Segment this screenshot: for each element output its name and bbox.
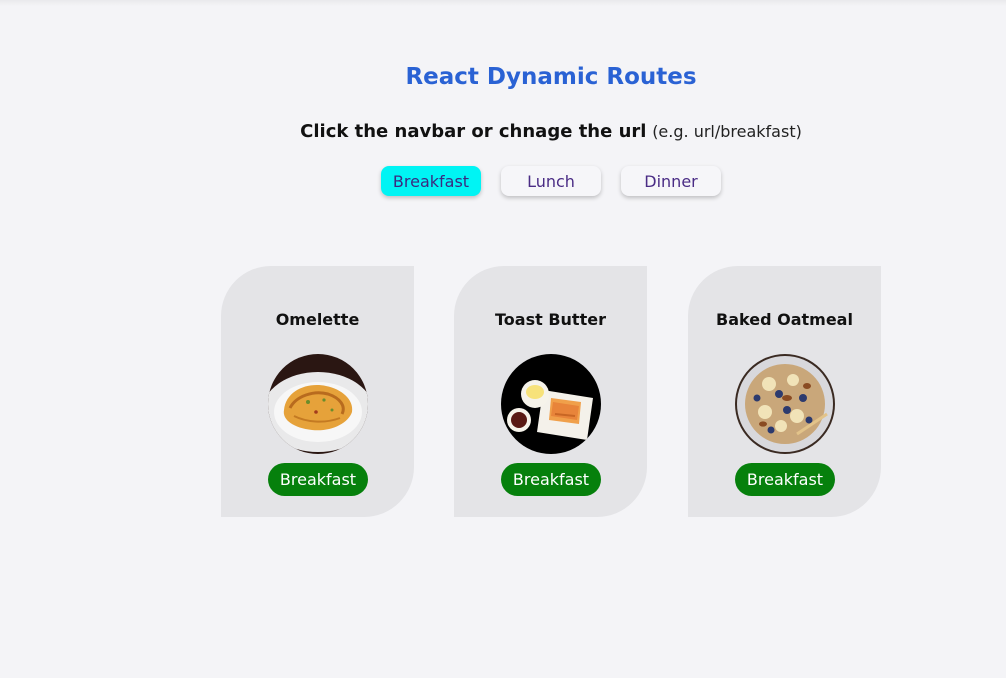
category-tag[interactable]: Breakfast [268,463,368,496]
omelette-image [268,354,368,454]
category-tag[interactable]: Breakfast [501,463,601,496]
nav-breakfast[interactable]: Breakfast [381,166,481,196]
baked-oatmeal-image [735,354,835,454]
instruction-example: (e.g. url/breakfast) [652,122,802,141]
category-tag[interactable]: Breakfast [735,463,835,496]
meal-card: Toast Butter Breakfast [454,266,647,517]
top-shadow [0,0,1006,6]
meal-card: Omelette Breakfast [221,266,414,517]
toast-butter-image [501,354,601,454]
nav-lunch[interactable]: Lunch [501,166,601,196]
meal-title: Omelette [275,310,360,329]
page-title: React Dynamic Routes [405,64,697,90]
meal-title: Baked Oatmeal [716,310,853,329]
meal-card: Baked Oatmeal Breakfast [688,266,881,517]
meal-title: Toast Butter [495,310,606,329]
nav-dinner[interactable]: Dinner [621,166,721,196]
meal-navbar: Breakfast Lunch Dinner [381,166,721,196]
instruction-text: Click the navbar or chnage the url [300,121,647,142]
instructions: Click the navbar or chnage the url (e.g.… [0,121,1006,142]
